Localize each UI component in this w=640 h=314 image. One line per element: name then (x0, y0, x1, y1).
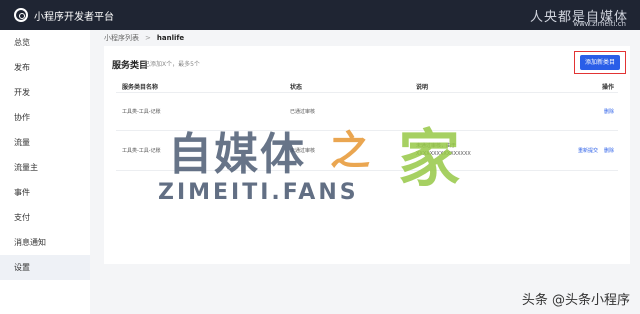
sidebar-item-publish[interactable]: 发布 (0, 55, 90, 80)
watermark-zhi-text: 之 (330, 128, 370, 174)
column-header-note: 说明 (416, 84, 429, 91)
sidebar-item-settings[interactable]: 设置 (0, 255, 90, 280)
sidebar-item-overview[interactable]: 总览 (0, 30, 90, 55)
resubmit-link[interactable]: 重新提交 (578, 147, 598, 154)
column-header-status: 状态 (290, 84, 303, 91)
sidebar: 总览 发布 开发 协作 流量 流量主 事件 支付 消息通知 设置 (0, 30, 90, 314)
breadcrumb-current: hanlife (156, 34, 185, 42)
add-category-button[interactable]: 添加新类目 (580, 55, 620, 70)
sidebar-item-develop[interactable]: 开发 (0, 80, 90, 105)
delete-link[interactable]: 删除 (604, 147, 614, 154)
sidebar-item-payment[interactable]: 支付 (0, 205, 90, 230)
watermark-jia-text: 家 (398, 122, 461, 195)
category-count-hint: 已添加X个，最多5个 (144, 61, 200, 68)
sidebar-item-traffic[interactable]: 流量 (0, 130, 90, 155)
column-header-name: 服务类目名称 (122, 84, 159, 91)
app-title: 小程序开发者平台 (34, 11, 114, 23)
sidebar-item-notifications[interactable]: 消息通知 (0, 230, 90, 255)
watermark-en-text: ZIMEITI.FANS (158, 180, 359, 205)
row-category-name: 工具类-工具-记账 (122, 148, 161, 154)
page-title: 服务类目 (112, 61, 149, 71)
breadcrumb: 小程序列表 > hanlife (104, 30, 184, 46)
breadcrumb-separator: > (145, 34, 151, 42)
sidebar-item-collaborate[interactable]: 协作 (0, 105, 90, 130)
top-bar: 小程序开发者平台 人央都是自媒体 www.zimeiti.cn (0, 0, 640, 30)
sidebar-item-events[interactable]: 事件 (0, 180, 90, 205)
sidebar-item-traffic-owner[interactable]: 流量主 (0, 155, 90, 180)
column-header-actions: 操作 (602, 84, 615, 91)
logo-icon (14, 8, 28, 22)
delete-link[interactable]: 删除 (604, 108, 614, 115)
row-category-name: 工具类-工具-记账 (122, 109, 161, 115)
breadcrumb-parent-link[interactable]: 小程序列表 (104, 34, 139, 42)
watermark-zh-text: 自媒体 (168, 129, 306, 180)
topbar-watermark-url: www.zimeiti.cn (573, 20, 626, 28)
row-status: 已通过审核 (290, 109, 316, 115)
watermark-credit: 头条 @头条小程序 (521, 293, 630, 308)
header-divider (116, 92, 618, 93)
